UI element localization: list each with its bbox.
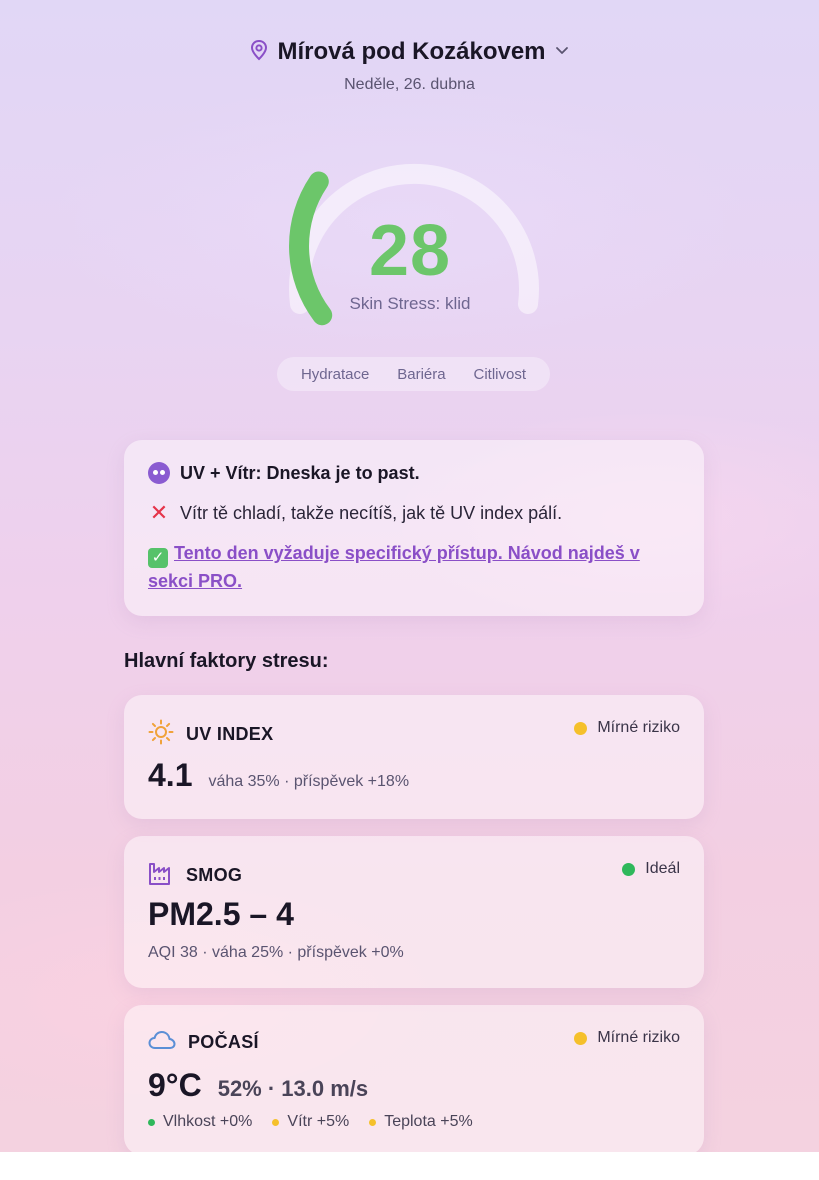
breakdown-humidity: Vlhkost +0%: [148, 1113, 252, 1131]
value-row-uv: 4.1 váha 35% · příspěvek +18%: [148, 757, 409, 794]
factor-head-weather: POČASÍ: [148, 1029, 259, 1056]
skin-tabs: Hydratace Bariéra Citlivost: [277, 357, 550, 391]
uv-meta: váha 35% · příspěvek +18%: [208, 773, 410, 790]
map-pin-icon: [249, 39, 269, 66]
alert-card: UV + Vítr: Dneska je to past. ✕ Vítr tě …: [124, 440, 704, 616]
dot-icon: [369, 1118, 377, 1126]
cloud-icon: [148, 1029, 176, 1056]
alert-title: UV + Vítr: Dneska je to past.: [180, 462, 420, 483]
smog-meta: AQI 38 · váha 25% · příspěvek +0%: [148, 944, 404, 961]
breakdown-wind-label: Vítr +5%: [287, 1113, 350, 1130]
value-row-smog: PM2.5 – 4: [148, 896, 294, 933]
uv-value: 4.1: [148, 757, 193, 793]
devil-icon: [148, 462, 170, 484]
factor-name-smog: SMOG: [186, 865, 243, 885]
status-dot-icon: [622, 862, 636, 876]
chevron-down-icon: [554, 42, 570, 63]
breakdown-humidity-label: Vlhkost +0%: [163, 1113, 253, 1130]
status-text-uv: Mírné riziko: [597, 719, 680, 736]
sun-icon: [148, 719, 174, 750]
factors-title: Hlavní faktory stresu:: [124, 650, 329, 672]
factor-name-weather: POČASÍ: [188, 1032, 259, 1052]
skin-stress-gauge: 28 Skin Stress: klid: [260, 122, 560, 342]
status-dot-icon: [574, 721, 588, 735]
main-screen: Mírová pod Kozákovem Neděle, 26. dubna 2…: [0, 0, 819, 1152]
check-icon: ✓: [148, 548, 168, 568]
factor-head-uv: UV INDEX: [148, 719, 273, 750]
smog-value: PM2.5 – 4: [148, 896, 294, 932]
alert-warning: Vítr tě chladí, takže necítíš, jak tě UV…: [180, 502, 563, 523]
stress-label: Skin Stress: klid: [349, 294, 471, 313]
alert-warning-row: ✕ Vítr tě chladí, takže necítíš, jak tě …: [148, 500, 680, 526]
status-text-weather: Mírné riziko: [597, 1029, 680, 1046]
status-badge-smog: Ideál: [622, 860, 680, 878]
location-selector[interactable]: Mírová pod Kozákovem: [249, 38, 569, 66]
status-text-smog: Ideál: [645, 860, 680, 877]
breakdown-temperature: Teplota +5%: [369, 1113, 473, 1131]
temperature-value: 9°C: [148, 1067, 202, 1103]
weather-breakdown: Vlhkost +0% Vítr +5% Teplota +5%: [148, 1113, 473, 1131]
status-badge-uv: Mírné riziko: [574, 719, 680, 737]
header: Mírová pod Kozákovem Neděle, 26. dubna: [0, 38, 819, 94]
stress-score: 28: [368, 211, 452, 291]
factor-card-smog[interactable]: SMOG Ideál PM2.5 – 4 AQI 38 · váha 25% ·…: [124, 836, 704, 988]
breakdown-temperature-label: Teplota +5%: [384, 1113, 473, 1130]
value-row-weather: 9°C 52% · 13.0 m/s: [148, 1067, 368, 1104]
tab-citlivost[interactable]: Citlivost: [474, 366, 527, 383]
dot-icon: [148, 1118, 155, 1126]
factor-name-uv: UV INDEX: [186, 724, 274, 744]
factor-head-smog: SMOG: [148, 860, 242, 891]
factor-card-uv[interactable]: UV INDEX Mírné riziko 4.1 váha 35% · pří…: [124, 695, 704, 819]
tab-bariera[interactable]: Bariéra: [397, 366, 445, 383]
location-name: Mírová pod Kozákovem: [277, 38, 546, 65]
status-badge-weather: Mírné riziko: [574, 1029, 680, 1047]
factor-card-weather[interactable]: POČASÍ Mírné riziko 9°C 52% · 13.0 m/s V…: [124, 1005, 704, 1152]
status-dot-icon: [574, 1031, 588, 1045]
dot-icon: [272, 1118, 280, 1126]
factory-icon: [148, 860, 174, 891]
breakdown-wind: Vítr +5%: [272, 1113, 349, 1131]
date-label: Neděle, 26. dubna: [344, 76, 475, 93]
alert-title-row: UV + Vítr: Dneska je to past.: [148, 462, 680, 484]
humidity-wind-value: 52% · 13.0 m/s: [217, 1076, 369, 1101]
pro-guide-link[interactable]: Tento den vyžaduje specifický přístup. N…: [148, 543, 640, 591]
alert-link-row: ✓ Tento den vyžaduje specifický přístup. …: [148, 540, 680, 594]
tab-hydratace[interactable]: Hydratace: [301, 366, 369, 383]
cross-icon: ✕: [149, 500, 169, 525]
